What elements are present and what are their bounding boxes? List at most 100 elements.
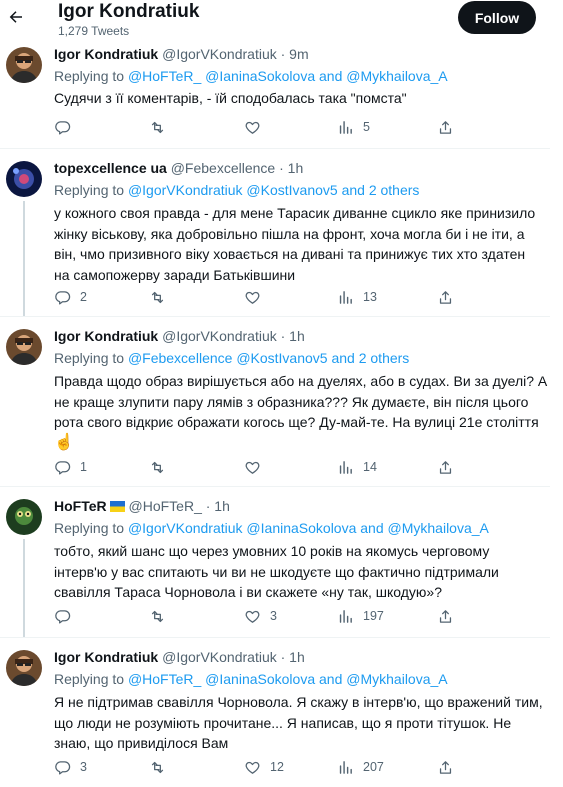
reply-button[interactable] — [54, 606, 71, 626]
author-name[interactable]: Igor Kondratiuk — [54, 328, 158, 344]
like-button[interactable] — [244, 457, 261, 477]
tweet-text-line: у кожного своя правда - для мене Тарасик… — [54, 205, 536, 221]
reply-button[interactable] — [54, 117, 71, 137]
heart-icon — [245, 291, 260, 304]
tweet[interactable]: topexcellence ua @Febexcellence · 1h Rep… — [0, 148, 563, 316]
retweet-icon — [151, 761, 164, 773]
like-button[interactable] — [244, 117, 261, 137]
share-button[interactable] — [437, 757, 454, 777]
reply-icon — [55, 120, 71, 135]
share-button[interactable] — [437, 606, 454, 626]
author-handle[interactable]: @Febexcellence — [171, 160, 276, 176]
tweet-text-line: він, чмо призивного віку ховається на ди… — [54, 246, 526, 262]
views-button[interactable]: 13 — [337, 287, 377, 307]
like-button[interactable] — [244, 287, 261, 307]
tweet-text: Правда щодо образ вирішується або на дуе… — [54, 371, 547, 453]
tweet-text-line: тобто, який шанс що через умовних 10 рок… — [54, 543, 490, 559]
tweet-actions: 2 13 — [54, 287, 454, 307]
tweet-actions: 5 — [54, 117, 454, 137]
tweet-time[interactable]: · 9m — [281, 46, 309, 62]
replying-label: Replying to — [54, 671, 128, 687]
reply-button[interactable]: 3 — [54, 757, 87, 777]
follow-button[interactable]: Follow — [458, 1, 536, 34]
retweet-button[interactable] — [149, 117, 166, 137]
tweet-time[interactable]: · 1h — [279, 160, 303, 176]
author-name[interactable]: Igor Kondratiuk — [54, 649, 158, 665]
tweet-time[interactable]: · 1h — [281, 328, 305, 344]
reply-button[interactable]: 2 — [54, 287, 87, 307]
tweet-text-line: свавілля Тараса Чорновола і ви скажете «… — [54, 584, 442, 600]
share-icon — [439, 460, 452, 474]
tweet-text-line: жінку віськову, яка добровільно пішла на… — [54, 225, 525, 242]
reply-icon — [55, 460, 71, 475]
replying-label: Replying to — [54, 350, 128, 366]
views-button[interactable]: 5 — [337, 117, 370, 137]
retweet-button[interactable] — [149, 757, 166, 777]
views-count: 207 — [363, 760, 384, 774]
tweet-text-line: що люди не розуміють прочитане... Я напи… — [54, 714, 512, 731]
views-count: 13 — [363, 290, 377, 304]
avatar[interactable] — [6, 47, 42, 83]
share-icon — [439, 609, 452, 623]
tweet-actions: 3 12 207 — [54, 757, 454, 777]
tweet-time[interactable]: · 1h — [206, 498, 230, 514]
views-button[interactable]: 14 — [337, 457, 377, 477]
like-count: 12 — [270, 760, 284, 774]
share-button[interactable] — [437, 287, 454, 307]
like-button[interactable]: 12 — [244, 757, 284, 777]
tweet[interactable]: Igor Kondratiuk @IgorVKondratiuk · 1h Re… — [0, 316, 563, 486]
reply-count: 1 — [80, 460, 87, 474]
reply-icon — [55, 609, 71, 624]
reply-button[interactable]: 1 — [54, 457, 87, 477]
pointing-up-icon: ☝ — [54, 433, 74, 451]
reply-count: 3 — [80, 760, 87, 774]
share-icon — [439, 120, 452, 134]
author-name[interactable]: HoFTeR — [54, 498, 107, 514]
like-button[interactable]: 3 — [244, 606, 277, 626]
author-handle[interactable]: @IgorVKondratiuk — [162, 46, 277, 62]
replying-mentions[interactable]: @HoFTeR_ @IaninaSokolova and @Mykhailova… — [128, 68, 448, 84]
tweet-text: Судячи з її коментарів, - їй сподобалась… — [54, 88, 544, 109]
retweet-icon — [151, 291, 164, 303]
author-name[interactable]: Igor Kondratiuk — [54, 46, 158, 62]
heart-icon — [245, 761, 260, 774]
tweet-actions: 1 14 — [54, 457, 454, 477]
views-icon — [339, 290, 352, 304]
replying-mentions[interactable]: @IgorVKondratiuk @IaninaSokolova and @My… — [128, 520, 489, 536]
share-button[interactable] — [437, 117, 454, 137]
views-icon — [339, 760, 352, 774]
heart-icon — [245, 121, 260, 134]
author-handle[interactable]: @IgorVKondratiuk — [162, 328, 277, 344]
tweet-text-line: Судячи з її коментарів, - їй сподобалась… — [54, 90, 407, 106]
ukraine-flag-icon — [109, 501, 125, 512]
avatar[interactable] — [6, 329, 42, 365]
views-button[interactable]: 207 — [337, 757, 384, 777]
retweet-button[interactable] — [149, 287, 166, 307]
views-icon — [339, 120, 352, 134]
tweet-text: Я не підтримав свавілля Чорновола. Я ска… — [54, 692, 544, 754]
share-button[interactable] — [437, 457, 454, 477]
avatar[interactable] — [6, 161, 42, 197]
replying-mentions[interactable]: @Febexcellence @KostIvanov5 and 2 others — [128, 350, 409, 366]
tweet-time[interactable]: · 1h — [281, 649, 305, 665]
author-handle[interactable]: @IgorVKondratiuk — [162, 649, 277, 665]
views-button[interactable]: 197 — [337, 606, 384, 626]
tweet[interactable]: HoFTeR @HoFTeR_ · 1h Replying to @IgorVK… — [0, 486, 563, 637]
profile-header: Igor Kondratiuk 1,279 Tweets Follow — [0, 0, 563, 42]
tweet[interactable]: Igor Kondratiuk @IgorVKondratiuk · 1h Re… — [0, 637, 563, 787]
share-icon — [439, 290, 452, 304]
author-handle[interactable]: @HoFTeR_ — [129, 498, 202, 514]
author-name[interactable]: topexcellence ua — [54, 160, 167, 176]
retweet-button[interactable] — [149, 606, 166, 626]
replying-mentions[interactable]: @IgorVKondratiuk @KostIvanov5 and 2 othe… — [128, 182, 419, 198]
avatar[interactable] — [6, 650, 42, 686]
tweet-text-line: Я не підтримав свавілля Чорновола. Я ска… — [54, 694, 543, 710]
reply-count: 2 — [80, 290, 87, 304]
views-icon — [339, 460, 352, 474]
avatar[interactable] — [6, 499, 42, 535]
replying-mentions[interactable]: @HoFTeR_ @IaninaSokolova and @Mykhailova… — [128, 671, 448, 687]
retweet-button[interactable] — [149, 457, 166, 477]
tweet-text-line: рота свого відкриє ображати когось ще? Д… — [54, 414, 539, 430]
like-count: 3 — [270, 609, 277, 623]
arrow-left-icon[interactable] — [7, 8, 25, 26]
